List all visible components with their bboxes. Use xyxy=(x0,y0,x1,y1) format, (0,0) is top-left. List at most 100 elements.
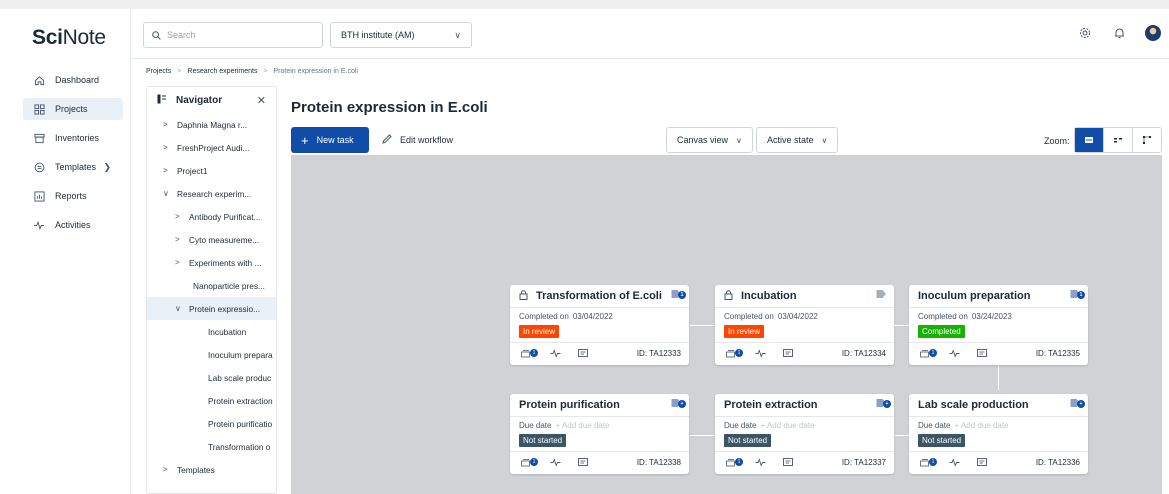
results-icon[interactable]: 1 xyxy=(726,349,743,358)
sidebar-item-projects[interactable]: Projects xyxy=(23,98,123,120)
tree-item[interactable]: > Templates xyxy=(147,458,276,481)
status-badge[interactable]: Not started xyxy=(519,434,567,447)
comments-icon[interactable] xyxy=(578,349,588,358)
navigator-panel: Navigator ✕ > Daphnia Magna r... > FreshPr… xyxy=(146,86,277,494)
tree-item[interactable]: Nanoparticle pres... xyxy=(147,274,276,297)
team-select[interactable]: BTH institute (AM) ∨ xyxy=(330,22,472,48)
task-card[interactable]: Protein extraction + Due date + Add due d… xyxy=(715,394,894,474)
task-date: Due date + Add due date xyxy=(918,421,1079,430)
status-badge[interactable]: In review xyxy=(519,325,560,338)
comments-icon[interactable] xyxy=(783,458,793,467)
task-date: Due date + Add due date xyxy=(724,421,885,430)
sidebar-item-templates[interactable]: Templates ❯ xyxy=(23,156,123,178)
status-badge[interactable]: Not started xyxy=(918,434,966,447)
results-count-badge: 1 xyxy=(530,349,538,357)
sidebar-item-inventories[interactable]: Inventories xyxy=(23,127,123,149)
tree-item[interactable]: Incubation xyxy=(147,320,276,343)
active-state-dropdown[interactable]: Active state ∨ xyxy=(756,127,839,153)
comments-icon[interactable] xyxy=(977,458,987,467)
new-task-button[interactable]: + New task xyxy=(291,127,369,153)
results-icon[interactable]: 1 xyxy=(726,458,743,467)
tree-item[interactable]: > Experiments with ... xyxy=(147,251,276,274)
tag-icon[interactable]: + xyxy=(1070,398,1085,408)
task-date-label: Due date xyxy=(519,421,552,430)
tree-item[interactable]: Protein extraction xyxy=(147,389,276,412)
breadcrumb-research[interactable]: Research experiments xyxy=(187,68,257,75)
task-footer: 1 ID: TA12333 xyxy=(510,343,689,364)
edit-workflow-label: Edit workflow xyxy=(400,135,454,145)
add-due-date-link[interactable]: + Add due date xyxy=(555,421,609,430)
tree-item[interactable]: > Antibody Purificat... xyxy=(147,205,276,228)
tree-item[interactable]: Lab scale produc xyxy=(147,366,276,389)
tree-item-selected[interactable]: ∨ Protein expressio... xyxy=(147,297,276,320)
scinote-logo[interactable]: SciNote xyxy=(32,26,106,50)
task-id: ID: TA12338 xyxy=(636,458,681,467)
sidebar-item-activities[interactable]: Activities xyxy=(23,214,123,236)
tag-icon[interactable]: 1 xyxy=(671,289,686,299)
sidebar-item-label: Dashboard xyxy=(55,75,100,85)
task-name[interactable]: Transformation of E.coli xyxy=(536,290,662,302)
task-name[interactable]: Incubation xyxy=(741,290,797,302)
edit-workflow-button[interactable]: Edit workflow xyxy=(382,127,453,153)
activity-icon[interactable] xyxy=(550,458,561,467)
tag-icon[interactable] xyxy=(876,289,888,299)
tree-item[interactable]: Protein purificatio xyxy=(147,412,276,435)
bell-icon[interactable] xyxy=(1111,25,1127,41)
status-badge[interactable]: Completed xyxy=(918,325,965,338)
zoom-medium-button[interactable] xyxy=(1104,128,1133,152)
activity-icon[interactable] xyxy=(755,458,766,467)
task-name[interactable]: Protein purification xyxy=(519,399,620,411)
projects-icon xyxy=(33,103,45,115)
task-name[interactable]: Protein extraction xyxy=(724,399,818,411)
task-header: Protein extraction + xyxy=(715,394,894,417)
status-badge[interactable]: Not started xyxy=(724,434,772,447)
close-icon[interactable]: ✕ xyxy=(257,94,266,107)
status-badge[interactable]: In review xyxy=(724,325,765,338)
canvas-view-dropdown[interactable]: Canvas view ∨ xyxy=(666,127,753,153)
task-card[interactable]: Transformation of E.coli 1 Completed on 0… xyxy=(510,285,689,365)
results-icon[interactable]: 1 xyxy=(521,349,538,358)
add-due-date-link[interactable]: + Add due date xyxy=(954,421,1008,430)
avatar[interactable] xyxy=(1145,25,1161,41)
chevron-right-icon: > xyxy=(163,166,168,175)
zoom-full-button[interactable] xyxy=(1075,128,1104,152)
zoom-small-button[interactable] xyxy=(1133,128,1161,152)
task-card[interactable]: Protein purification + Due date + Add due… xyxy=(510,394,689,474)
task-name[interactable]: Inoculum preparation xyxy=(918,290,1030,302)
sidebar-item-reports[interactable]: Reports xyxy=(23,185,123,207)
settings-icon[interactable] xyxy=(1077,25,1093,41)
task-card[interactable]: Incubation Completed on 03/04/2022 In rev… xyxy=(715,285,894,365)
comments-icon[interactable] xyxy=(783,349,793,358)
comments-icon[interactable] xyxy=(977,349,987,358)
tree-item[interactable]: Transformation o xyxy=(147,435,276,458)
tree-item[interactable]: Inoculum prepara xyxy=(147,343,276,366)
sidebar-item-dashboard[interactable]: Dashboard xyxy=(23,69,123,91)
activity-icon[interactable] xyxy=(755,349,766,358)
breadcrumb: Projects > Research experiments > Protei… xyxy=(146,68,358,75)
activity-icon[interactable] xyxy=(949,458,960,467)
activity-icon[interactable] xyxy=(550,349,561,358)
search-placeholder: Search xyxy=(167,30,196,40)
breadcrumb-current: Protein expression in E.coli xyxy=(273,68,358,75)
results-icon[interactable]: 1 xyxy=(920,458,937,467)
search-input[interactable]: Search xyxy=(143,22,323,48)
results-icon[interactable]: 1 xyxy=(521,458,538,467)
tree-item[interactable]: ∨ Research experim... xyxy=(147,182,276,205)
tree-item[interactable]: > FreshProject Audi... xyxy=(147,136,276,159)
task-card[interactable]: Inoculum preparation 1 Completed on 03/24… xyxy=(909,285,1088,365)
connector-line xyxy=(894,325,909,326)
tag-icon[interactable]: 1 xyxy=(1070,289,1085,299)
tree-item[interactable]: > Cyto measureme... xyxy=(147,228,276,251)
breadcrumb-projects[interactable]: Projects xyxy=(146,68,171,75)
comments-icon[interactable] xyxy=(578,458,588,467)
workflow-canvas[interactable]: Transformation of E.coli 1 Completed on 0… xyxy=(291,155,1162,494)
add-due-date-link[interactable]: + Add due date xyxy=(760,421,814,430)
tree-item[interactable]: > Project1 xyxy=(147,159,276,182)
results-icon[interactable]: 1 xyxy=(920,349,937,358)
tag-icon[interactable]: + xyxy=(876,398,891,408)
tree-item[interactable]: > Daphnia Magna r... xyxy=(147,113,276,136)
tag-icon[interactable]: + xyxy=(671,398,686,408)
task-card[interactable]: Lab scale production + Due date + Add due… xyxy=(909,394,1088,474)
task-name[interactable]: Lab scale production xyxy=(918,399,1029,411)
activity-icon[interactable] xyxy=(949,349,960,358)
